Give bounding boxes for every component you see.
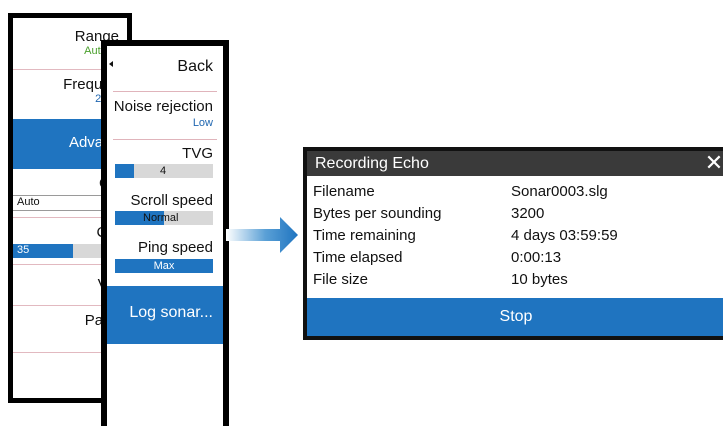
row-value: 10 bytes xyxy=(511,271,568,288)
dialog-titlebar: Recording Echo ✕ xyxy=(307,151,723,176)
scroll-speed-label: Scroll speed xyxy=(130,192,213,209)
row-key: Filename xyxy=(313,183,375,200)
dialog-title: Recording Echo xyxy=(315,155,429,172)
gain-value: Auto xyxy=(17,196,40,208)
row-value: 3200 xyxy=(511,205,545,222)
tvg-slider[interactable]: 4 xyxy=(115,164,213,178)
left-arrow-icon xyxy=(109,61,113,67)
row-value: 4 days 03:59:59 xyxy=(511,227,618,244)
noise-rejection-value: Low xyxy=(192,117,213,129)
scroll-speed-slider[interactable]: Normal xyxy=(115,211,213,225)
info-row: Bytes per sounding 3200 xyxy=(313,203,723,227)
close-icon[interactable]: ✕ xyxy=(703,152,723,174)
colour-value: 35 xyxy=(17,244,30,256)
log-sonar-button[interactable]: Log sonar... xyxy=(107,286,223,344)
info-row: File size 10 bytes xyxy=(313,269,723,293)
info-row: Filename Sonar0003.slg xyxy=(313,181,723,205)
right-arrow-icon xyxy=(226,217,298,253)
log-sonar-label: Log sonar... xyxy=(129,304,213,321)
info-row: Time elapsed 0:00:13 xyxy=(313,247,723,271)
advanced-submenu-panel: Back Noise rejection Low TVG 4 Scroll sp… xyxy=(101,40,229,426)
back-label: Back xyxy=(177,58,213,75)
tvg-slider-fill xyxy=(115,164,134,178)
tvg-label: TVG xyxy=(182,145,213,162)
tvg-value: 4 xyxy=(160,165,167,177)
row-key: Time elapsed xyxy=(313,249,403,266)
row-value: Sonar0003.slg xyxy=(511,183,608,200)
ping-speed-label: Ping speed xyxy=(137,239,213,256)
row-key: Time remaining xyxy=(313,227,416,244)
row-key: Bytes per sounding xyxy=(313,205,442,222)
row-key: File size xyxy=(313,271,369,288)
colour-slider-fill: 35 xyxy=(13,244,73,258)
stop-label: Stop xyxy=(499,308,533,325)
dialog-body: Filename Sonar0003.slg Bytes per soundin… xyxy=(307,176,723,298)
stop-button[interactable]: Stop xyxy=(307,298,723,336)
noise-rejection-label: Noise rejection xyxy=(113,98,213,115)
info-row: Time remaining 4 days 03:59:59 xyxy=(313,225,723,249)
row-value: 0:00:13 xyxy=(511,249,562,266)
back-button[interactable]: Back xyxy=(107,54,223,82)
recording-echo-dialog: Recording Echo ✕ Filename Sonar0003.slg … xyxy=(303,147,723,340)
ping-speed-slider[interactable]: Max xyxy=(115,259,213,273)
scroll-speed-value: Normal xyxy=(143,212,179,224)
divider xyxy=(113,91,217,92)
ping-speed-value: Max xyxy=(153,260,175,272)
divider xyxy=(113,139,217,140)
